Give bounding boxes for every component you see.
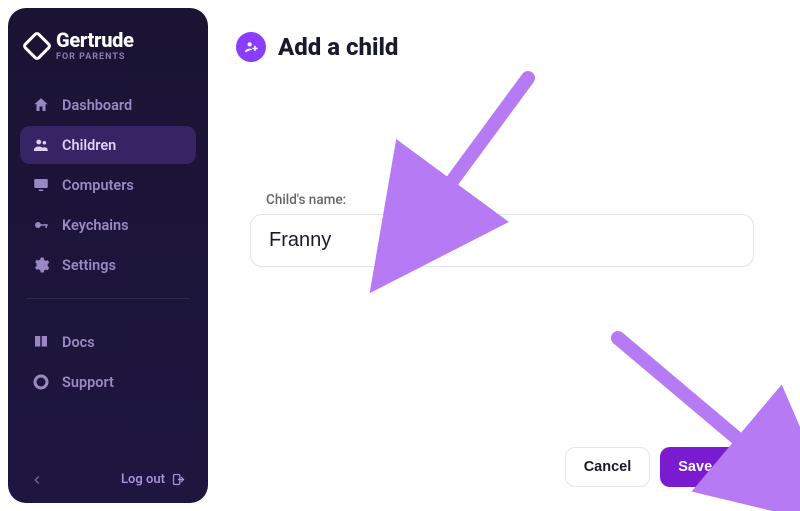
cancel-button[interactable]: Cancel [565, 447, 651, 487]
sidebar-item-dashboard[interactable]: Dashboard [20, 86, 196, 124]
gear-icon [32, 256, 50, 274]
users-icon [32, 136, 50, 154]
sidebar-item-children[interactable]: Children [20, 126, 196, 164]
user-plus-icon [236, 32, 266, 62]
sidebar-item-settings[interactable]: Settings [20, 246, 196, 284]
page-header: Add a child [236, 32, 768, 62]
sidebar-item-computers[interactable]: Computers [20, 166, 196, 204]
child-name-label: Child's name: [250, 192, 754, 208]
child-name-input[interactable] [250, 214, 754, 267]
sidebar-item-label: Computers [62, 177, 134, 194]
primary-nav: Dashboard Children Computers Keychains [20, 86, 196, 284]
sidebar-item-support[interactable]: Support [20, 363, 196, 401]
brand-subtitle: FOR PARENTS [56, 53, 134, 62]
add-child-form: Child's name: [236, 192, 768, 267]
secondary-nav: Docs Support [20, 323, 196, 401]
sidebar: Gertrude FOR PARENTS Dashboard Children [8, 8, 208, 503]
home-icon [32, 96, 50, 114]
brand-name: Gertrude [56, 30, 134, 50]
brand-logo-icon [21, 30, 52, 61]
main-content: Add a child Child's name: Cancel Save ch… [228, 8, 792, 503]
form-actions: Cancel Save child [565, 447, 768, 487]
sidebar-item-docs[interactable]: Docs [20, 323, 196, 361]
nav-divider [26, 298, 190, 299]
logout-label: Log out [121, 472, 165, 487]
sidebar-item-label: Settings [62, 257, 116, 274]
key-icon [32, 216, 50, 234]
life-ring-icon [32, 373, 50, 391]
monitor-icon [32, 176, 50, 194]
collapse-sidebar-button[interactable] [30, 473, 44, 487]
book-icon [32, 333, 50, 351]
logout-button[interactable]: Log out [121, 472, 186, 487]
page-title: Add a child [278, 33, 398, 61]
sidebar-item-label: Dashboard [62, 97, 132, 114]
sidebar-item-label: Support [62, 374, 114, 391]
sidebar-item-label: Docs [62, 334, 95, 351]
sidebar-item-label: Keychains [62, 217, 129, 234]
logout-icon [171, 472, 186, 487]
save-child-button[interactable]: Save child [660, 447, 768, 487]
sidebar-item-keychains[interactable]: Keychains [20, 206, 196, 244]
sidebar-item-label: Children [62, 137, 116, 154]
brand: Gertrude FOR PARENTS [20, 26, 196, 76]
